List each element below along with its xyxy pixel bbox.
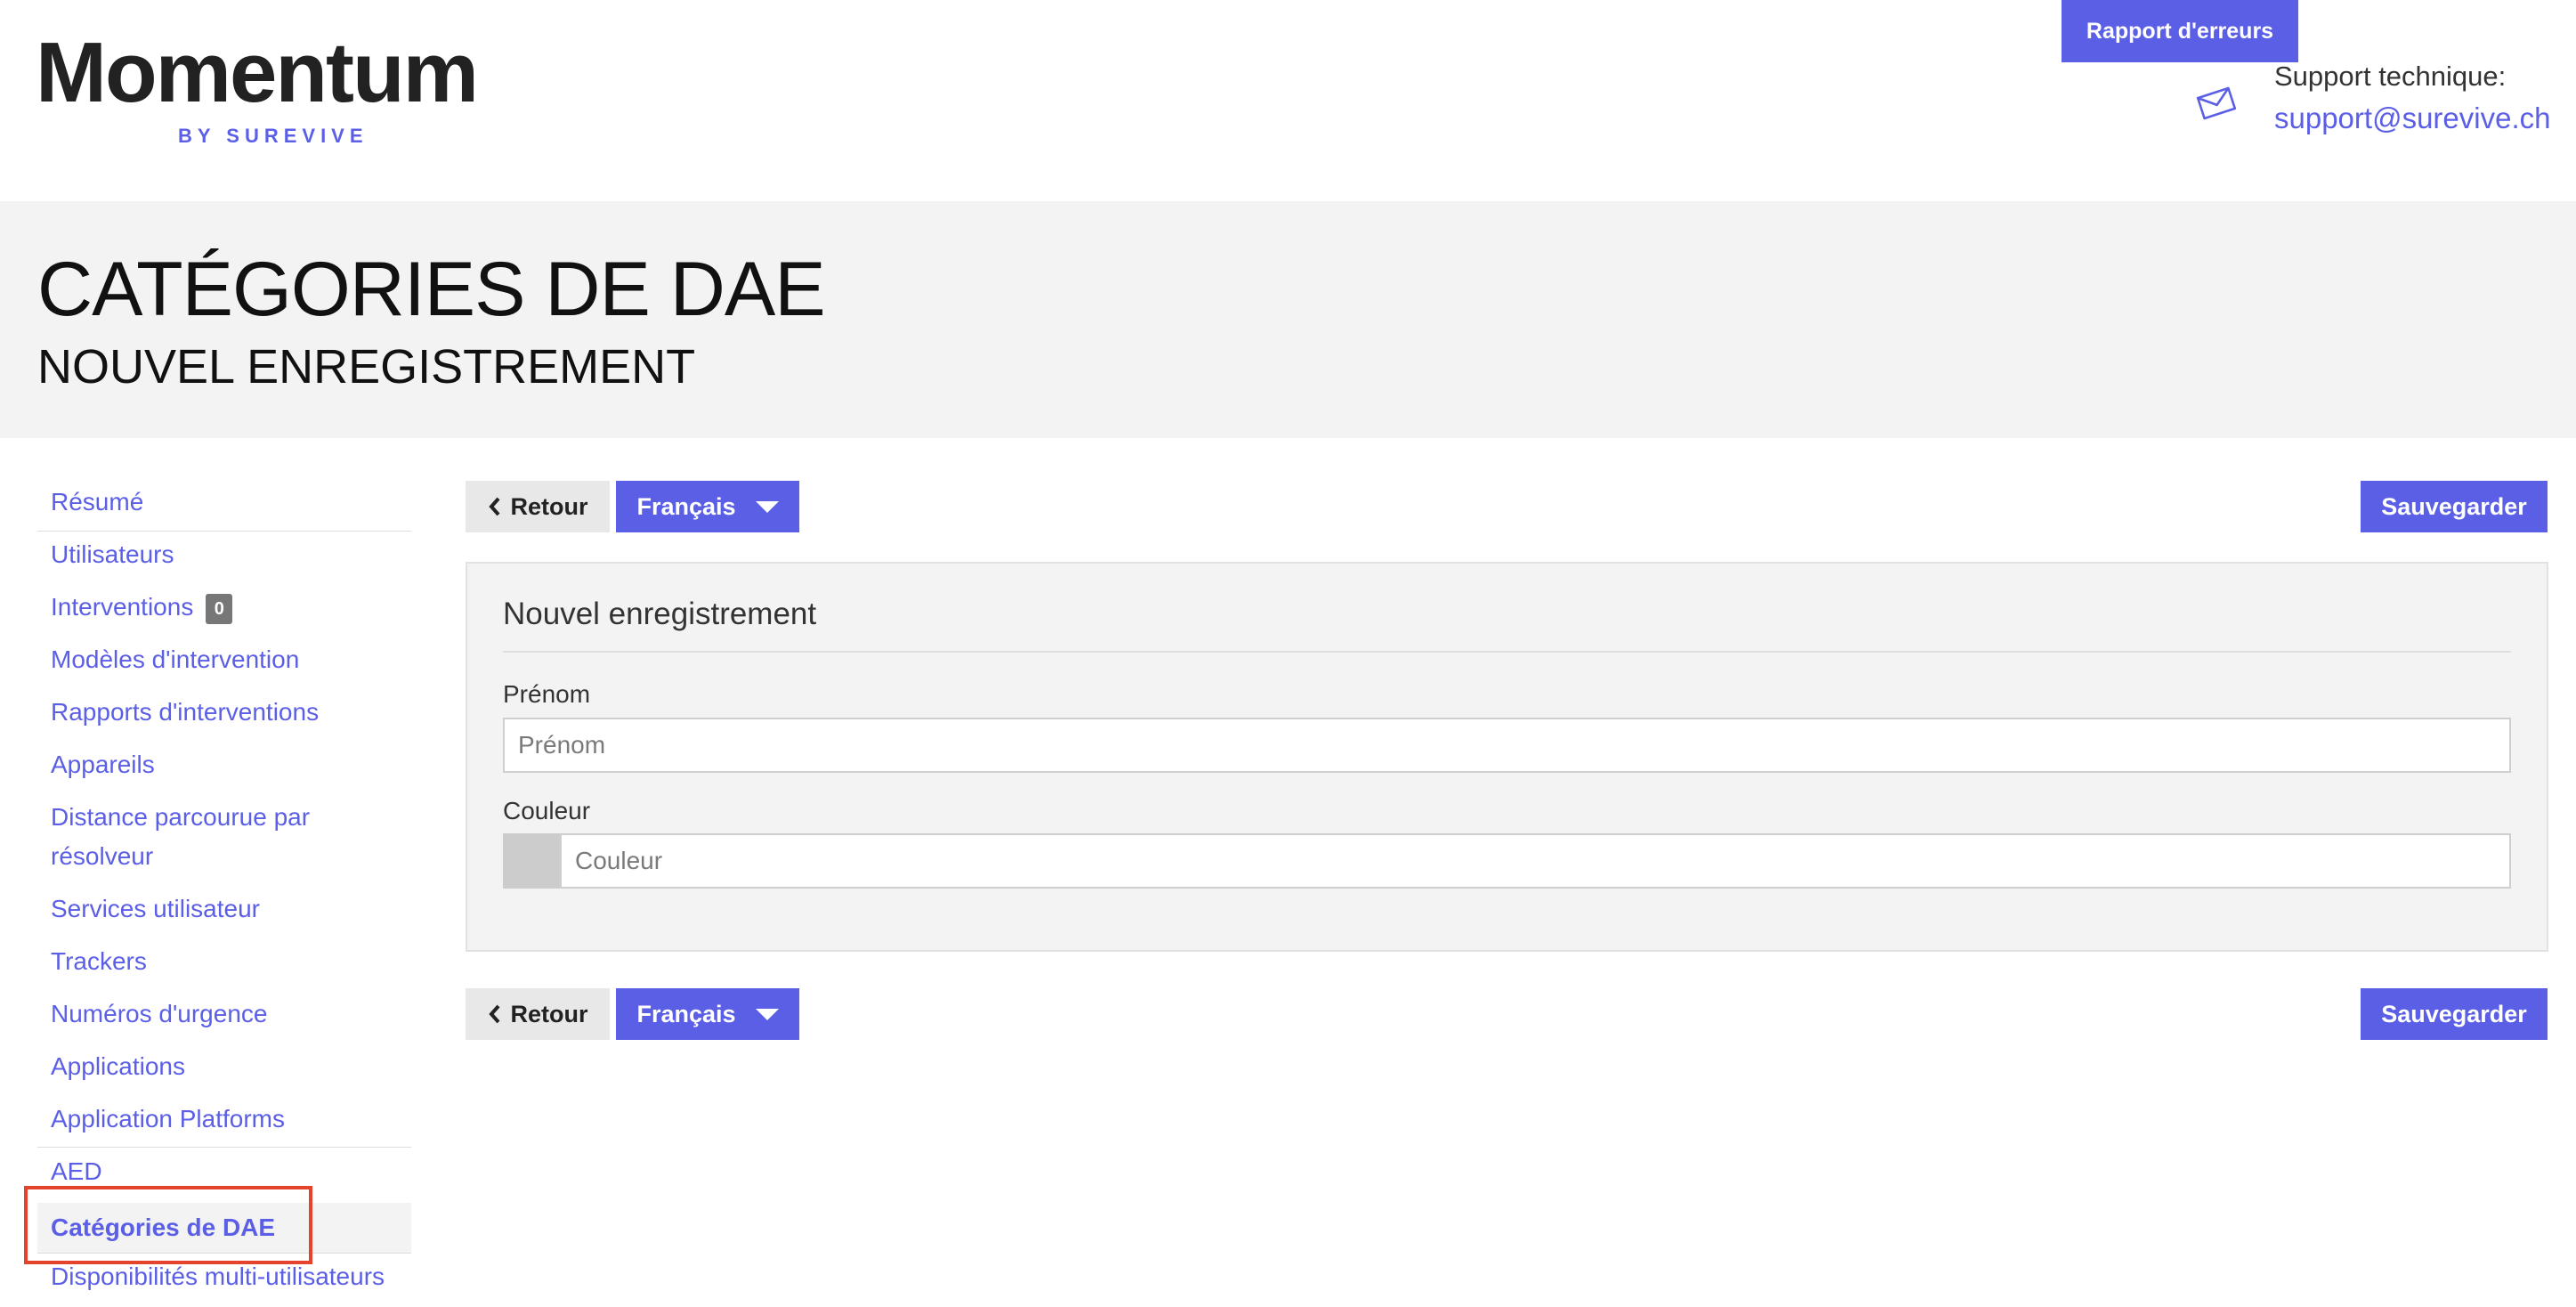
form-title: Nouvel enregistrement [503,597,817,631]
sidebar-item-devices[interactable]: Appareils [37,745,411,784]
save-button-bottom[interactable]: Sauvegarder [2361,988,2548,1040]
form-divider [503,651,2511,653]
error-report-button[interactable]: Rapport d'erreurs [2062,0,2298,62]
sidebar-item-intervention-models[interactable]: Modèles d'intervention [37,640,411,679]
back-button-bottom[interactable]: Retour [466,988,610,1040]
chevron-left-icon [488,497,499,516]
sidebar-item-intervention-reports[interactable]: Rapports d'interventions [37,693,411,732]
support-label: Support technique: [2274,61,2507,92]
language-dropdown[interactable]: Français [616,481,799,532]
sidebar-item-applications[interactable]: Applications [37,1047,411,1086]
sidebar-item-users[interactable]: Utilisateurs [37,535,411,574]
caret-down-icon [755,1008,779,1020]
sidebar-item-resume[interactable]: Résumé [37,483,411,522]
sidebar-item-user-services[interactable]: Services utilisateur [37,889,411,929]
sidebar-divider [37,1147,411,1148]
sidebar-item-application-platforms[interactable]: Application Platforms [37,1100,411,1139]
first-name-input[interactable] [503,718,2511,773]
back-button[interactable]: Retour [466,481,610,532]
envelope-icon [2196,86,2237,120]
color-input[interactable] [560,833,2511,889]
page-subtitle: NOUVEL ENREGISTREMENT [37,340,696,394]
count-badge: 0 [206,593,233,624]
sidebar-item-interventions[interactable]: Interventions 0 [37,588,411,627]
color-label: Couleur [503,797,591,824]
color-swatch[interactable] [503,833,560,889]
language-label: Français [636,492,736,520]
support-email-link[interactable]: support@surevive.ch [2274,101,2550,135]
caret-down-icon [755,500,779,513]
language-label: Français [636,1000,736,1027]
logo-wordmark: Momentum [36,25,479,120]
sidebar-divider [37,531,411,532]
first-name-label: Prénom [503,680,591,708]
selection-highlight [24,1186,312,1264]
logo-subtitle: BY SUREVIVE [178,125,369,147]
sidebar-item-label: Interventions [51,593,194,621]
save-button[interactable]: Sauvegarder [2361,481,2548,532]
sidebar-item-emergency-numbers[interactable]: Numéros d'urgence [37,994,411,1034]
back-label: Retour [510,492,588,520]
sidebar-item-distance[interactable]: Distance parcourue par résolveur [37,798,358,876]
page-title: CATÉGORIES DE DAE [37,247,826,332]
sidebar-item-trackers[interactable]: Trackers [37,942,411,981]
chevron-left-icon [488,1004,499,1024]
back-label: Retour [510,1000,588,1027]
language-dropdown-bottom[interactable]: Français [616,988,799,1040]
